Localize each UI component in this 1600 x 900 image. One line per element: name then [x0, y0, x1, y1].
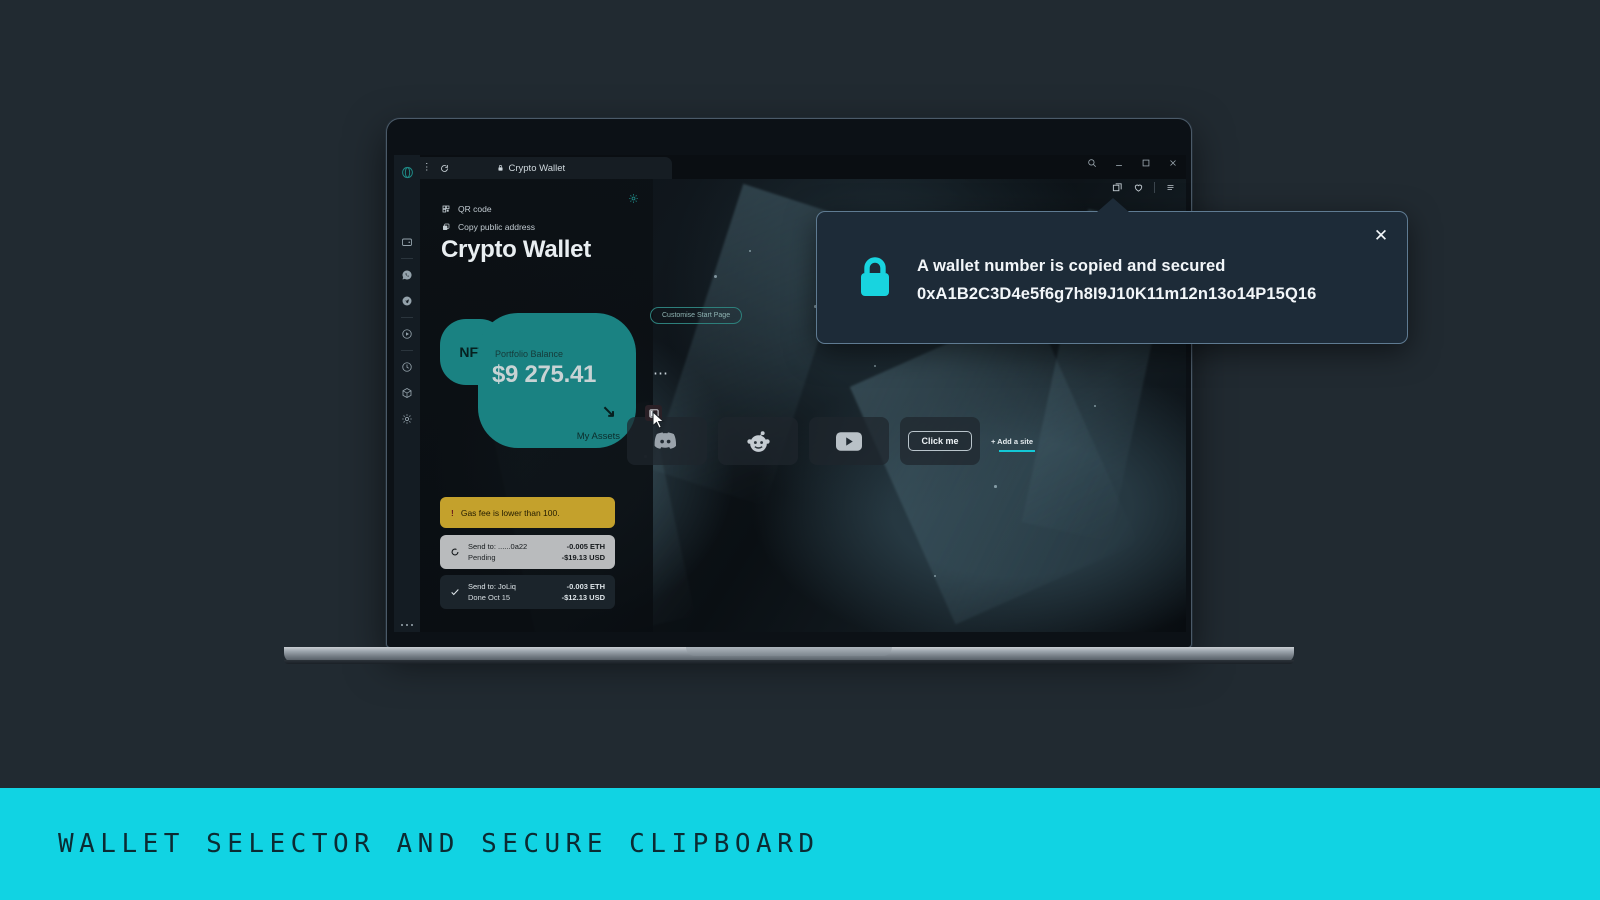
- portfolio-balance-amount: $9 275.41: [492, 361, 597, 388]
- search-icon[interactable]: [1087, 158, 1097, 168]
- popup-message-line1: A wallet number is copied and secured: [917, 257, 1226, 275]
- warning-icon: !: [451, 507, 454, 518]
- tab-stack-icon[interactable]: [1112, 182, 1123, 193]
- reload-icon[interactable]: [440, 164, 449, 173]
- window-controls: [1087, 158, 1178, 168]
- wallet-link-copy-address[interactable]: Copy public address: [442, 222, 535, 232]
- sidebar-item-settings[interactable]: [394, 406, 420, 432]
- popup-pointer-arrow: [1097, 196, 1129, 212]
- transaction-status: Done Oct 15: [468, 593, 511, 602]
- sidebar-item-telegram[interactable]: [394, 288, 420, 314]
- caption-text: WALLET SELECTOR AND SECURE CLIPBOARD: [58, 829, 820, 859]
- opera-sidebar: [394, 155, 420, 632]
- browser-tab[interactable]: ⋮ Crypto Wallet: [412, 157, 672, 179]
- popup-close-button[interactable]: ✕: [1369, 224, 1393, 248]
- caption-banner: WALLET SELECTOR AND SECURE CLIPBOARD: [0, 788, 1600, 900]
- close-icon[interactable]: [1168, 158, 1178, 168]
- sidebar-divider: [401, 258, 413, 259]
- speed-dial-youtube[interactable]: [809, 417, 889, 465]
- transaction-amount-crypto: -0.005 ETH: [566, 542, 605, 551]
- check-icon: [451, 589, 459, 596]
- sidebar-item-whatsapp[interactable]: [394, 262, 420, 288]
- history-icon: [402, 362, 412, 372]
- settings-gear-icon: [402, 414, 412, 424]
- click-me-button[interactable]: Click me: [908, 431, 972, 451]
- sidebar-item-web3[interactable]: [394, 380, 420, 406]
- transaction-title: Send to: ......0a22: [468, 542, 528, 551]
- sidebar-divider: [401, 317, 413, 318]
- arrow-down-right-icon: ↘: [601, 402, 616, 421]
- wallet-quick-links: QR code Copy public address: [442, 204, 535, 232]
- laptop-base: [284, 647, 1294, 664]
- my-assets-link[interactable]: My Assets: [577, 431, 620, 442]
- maximize-icon[interactable]: [1141, 158, 1151, 168]
- screenshot-root: ⋮ Crypto Wallet QR code Copy public addr…: [0, 0, 1600, 900]
- heart-icon[interactable]: [1133, 182, 1144, 193]
- hamburger-menu-icon[interactable]: [1165, 183, 1176, 192]
- portfolio-balance-card[interactable]: Portfolio Balance $9 275.41 ↘ My Assets: [478, 313, 636, 448]
- transaction-title: Send to: JoLiq: [468, 582, 516, 591]
- popup-wallet-address: 0xA1B2C3D4e5f6g7h8I9J10K11m12n13o14P15Q1…: [917, 285, 1317, 303]
- reddit-icon: [746, 430, 770, 452]
- transaction-amount-crypto: -0.003 ETH: [566, 582, 605, 591]
- transaction-amount-fiat: -$19.13 USD: [561, 553, 605, 562]
- kebab-menu-icon[interactable]: ⋮: [422, 163, 432, 173]
- youtube-icon: [836, 431, 862, 451]
- spinner-icon: [451, 548, 459, 556]
- sidebar-overflow-button[interactable]: [394, 623, 420, 626]
- telegram-icon: [402, 296, 412, 306]
- transaction-status: Pending: [468, 553, 496, 562]
- wallet-icon: [402, 238, 412, 246]
- wallet-link-label: QR code: [458, 204, 492, 214]
- sidebar-item-player[interactable]: [394, 321, 420, 347]
- customise-start-page-button[interactable]: Customise Start Page: [650, 307, 743, 324]
- whatsapp-icon: [402, 270, 412, 280]
- wallet-title: Crypto Wallet: [441, 236, 591, 263]
- toolbar-divider: [1154, 182, 1155, 193]
- wallet-settings-button[interactable]: [628, 191, 639, 209]
- speed-dial-reddit[interactable]: [718, 417, 798, 465]
- transaction-row-pending[interactable]: Send to: ......0a22 Pending -0.005 ETH -…: [440, 535, 615, 569]
- sidebar-item-history[interactable]: [394, 354, 420, 380]
- mouse-cursor-icon: [652, 410, 665, 434]
- browser-toolbar-right: [1112, 182, 1176, 193]
- start-page-overflow-button[interactable]: ⋯: [653, 364, 669, 382]
- player-icon: [402, 329, 412, 339]
- clipboard-notification-popup: A wallet number is copied and secured 0x…: [816, 196, 1408, 344]
- opera-logo-icon: [401, 166, 413, 178]
- laptop-mockup: ⋮ Crypto Wallet QR code Copy public addr…: [284, 118, 1294, 664]
- transaction-amount-fiat: -$12.13 USD: [561, 593, 605, 602]
- add-site-button[interactable]: + Add a site: [991, 437, 1036, 452]
- tab-title: Crypto Wallet: [508, 162, 566, 174]
- gear-icon: [629, 194, 638, 203]
- speed-dial-row: Click me + Add a site: [627, 417, 1036, 465]
- discord-icon: [654, 432, 677, 449]
- cube-icon: [402, 388, 412, 398]
- speed-dial-clickme[interactable]: Click me: [900, 417, 980, 465]
- lock-icon: [859, 257, 891, 302]
- copy-icon: [443, 223, 450, 230]
- sidebar-item-wallet[interactable]: [394, 229, 420, 255]
- ellipsis-icon: [400, 623, 414, 626]
- gas-fee-alert: ! Gas fee is lower than 100.: [440, 497, 615, 528]
- gas-fee-text: Gas fee is lower than 100.: [460, 507, 560, 518]
- lock-icon: [497, 165, 503, 171]
- laptop-lid: ⋮ Crypto Wallet QR code Copy public addr…: [386, 118, 1192, 648]
- popup-message: A wallet number is copied and secured 0x…: [917, 257, 1316, 304]
- qr-code-icon: [442, 205, 450, 213]
- wallet-link-qr-code[interactable]: QR code: [442, 204, 535, 214]
- sidebar-item-opera[interactable]: [394, 159, 420, 185]
- transaction-row-done[interactable]: Send to: JoLiq Done Oct 15 -0.003 ETH -$…: [440, 575, 615, 609]
- wallet-link-label: Copy public address: [458, 222, 536, 232]
- portfolio-balance-label: Portfolio Balance: [495, 349, 564, 359]
- crypto-wallet-panel: QR code Copy public address Crypto Walle…: [420, 179, 653, 632]
- speed-dial-discord[interactable]: [627, 417, 707, 465]
- minimize-icon[interactable]: [1114, 158, 1124, 168]
- sidebar-divider: [401, 350, 413, 351]
